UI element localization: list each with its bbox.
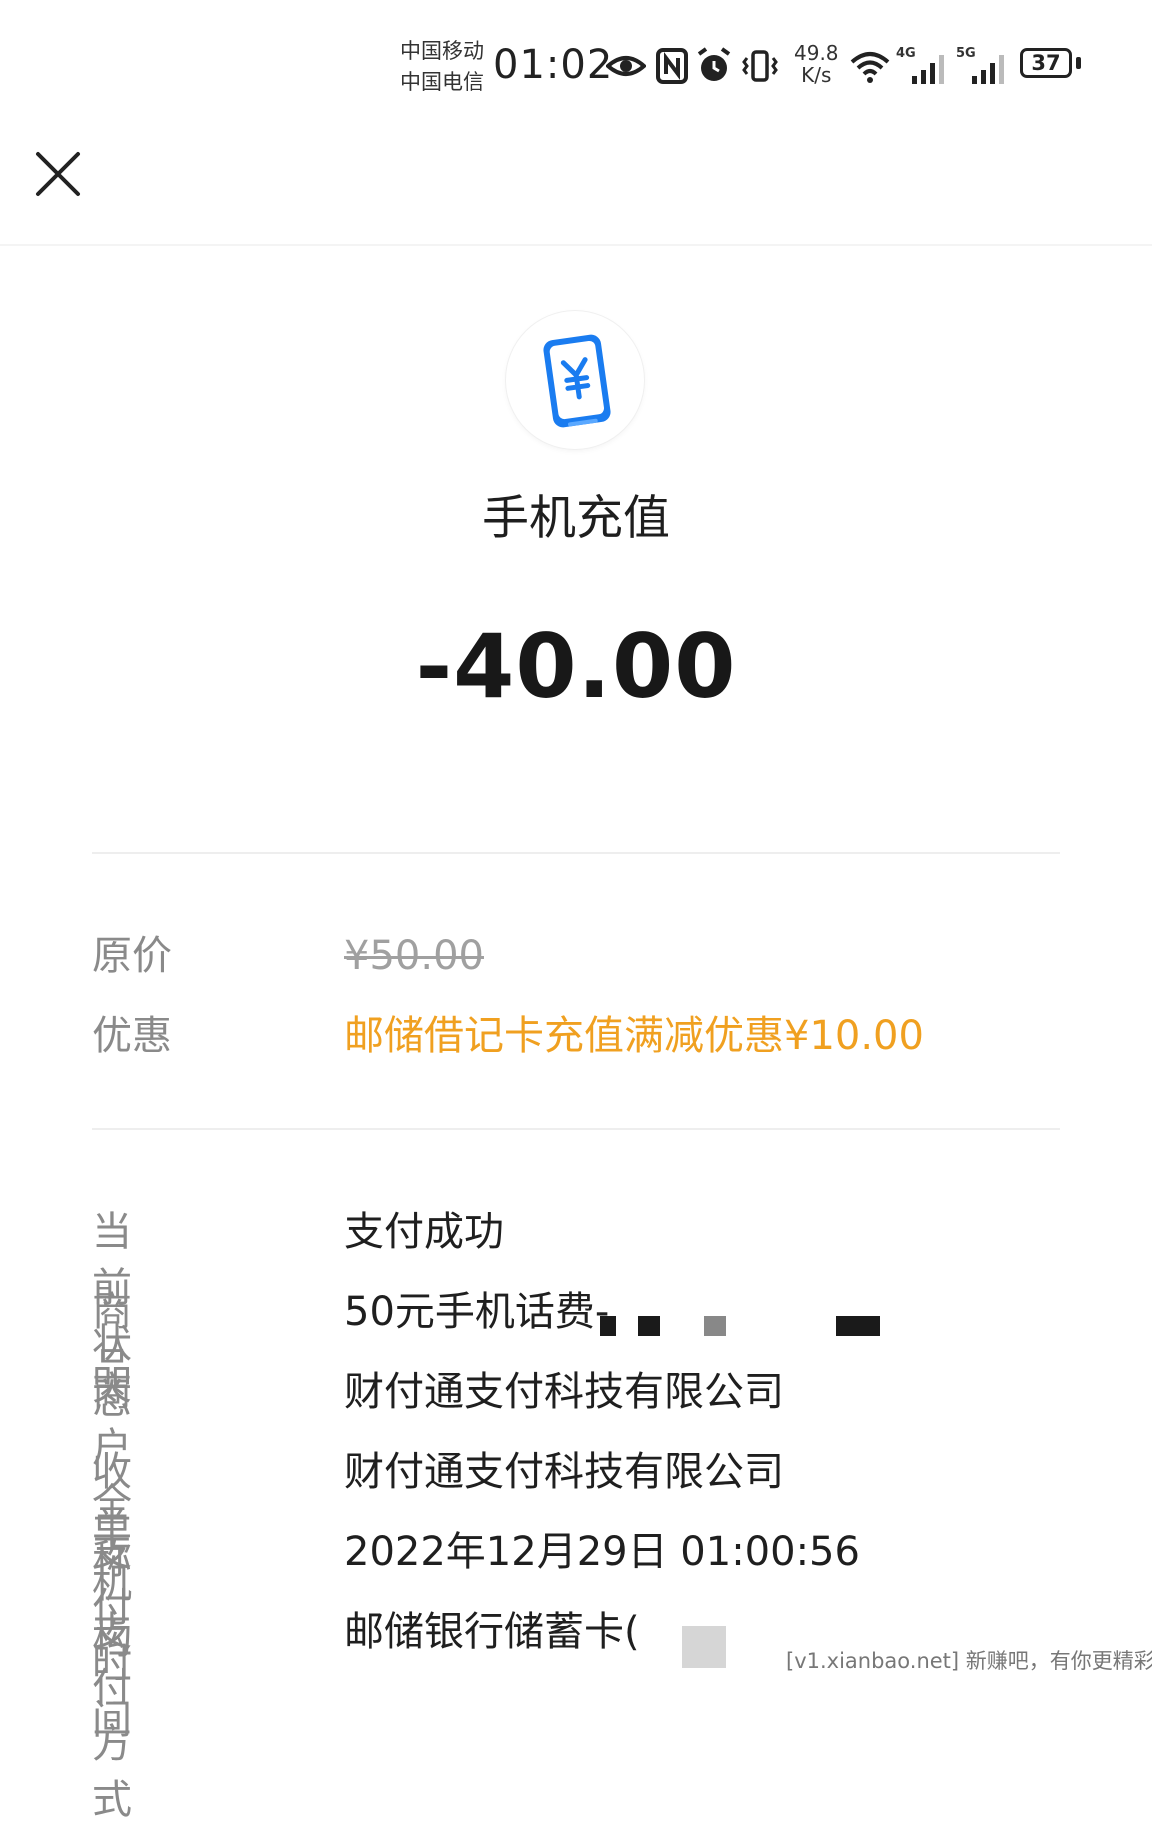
alarm-icon [697, 47, 731, 81]
redaction-mask-5 [682, 1626, 726, 1668]
sim2-signal: 5G [956, 46, 1008, 86]
original-price-label: 原价 [92, 933, 172, 979]
redaction-mask-2 [638, 1316, 660, 1336]
pay-method-label: 支付方式 [92, 1609, 132, 1823]
status-value: 支付成功 [344, 1209, 504, 1255]
status-bar: 中国移动 中国电信 01:02 49.8 K/s 4G 5G 37 [0, 0, 1152, 120]
battery-icon: 37 [1020, 48, 1084, 82]
network-speed: 49.8 K/s [794, 42, 839, 86]
payment-amount: -40.00 [415, 615, 737, 718]
watermark: [v1.xianbao.net] 新赚吧，有你更精彩！ [782, 1646, 1152, 1676]
discount-value: 邮储借记卡充值满减优惠¥10.00 [344, 1013, 924, 1059]
wifi-icon [850, 52, 890, 83]
signal-icon [912, 55, 944, 84]
redaction-mask-3 [704, 1316, 726, 1336]
carrier-info: 中国移动 中国电信 [400, 36, 484, 98]
sim1-signal: 4G [896, 46, 948, 86]
status-time: 01:02 [493, 42, 614, 88]
merchant-name-value: 财付通支付科技有限公司 [344, 1369, 784, 1415]
redaction-mask-1 [600, 1316, 616, 1336]
close-icon[interactable] [30, 146, 86, 202]
redaction-mask-4 [836, 1316, 880, 1336]
product-value: 50元手机话费- [344, 1289, 610, 1335]
speed-value: 49.8 [794, 41, 839, 65]
divider-2 [92, 1128, 1060, 1130]
carrier-1: 中国移动 [400, 39, 484, 63]
acquirer-value: 财付通支付科技有限公司 [344, 1449, 784, 1495]
eye-icon [606, 56, 646, 76]
carrier-2: 中国电信 [400, 70, 484, 94]
nfc-icon [656, 48, 688, 84]
page-title: 手机充值 [482, 491, 670, 546]
merchant-logo [506, 311, 644, 449]
discount-label: 优惠 [92, 1013, 172, 1059]
header-divider [0, 244, 1152, 246]
phone-yuan-icon [543, 334, 611, 428]
original-price-value: ¥50.00 [344, 933, 484, 979]
pay-time-value: 2022年12月29日 01:00:56 [344, 1529, 860, 1575]
divider-1 [92, 852, 1060, 854]
signal-icon-2 [972, 55, 1004, 84]
pay-method-value: 邮储银行储蓄卡( [344, 1609, 640, 1655]
speed-unit: K/s [801, 63, 832, 87]
vibrate-icon [742, 50, 778, 82]
battery-level: 37 [1031, 51, 1061, 75]
